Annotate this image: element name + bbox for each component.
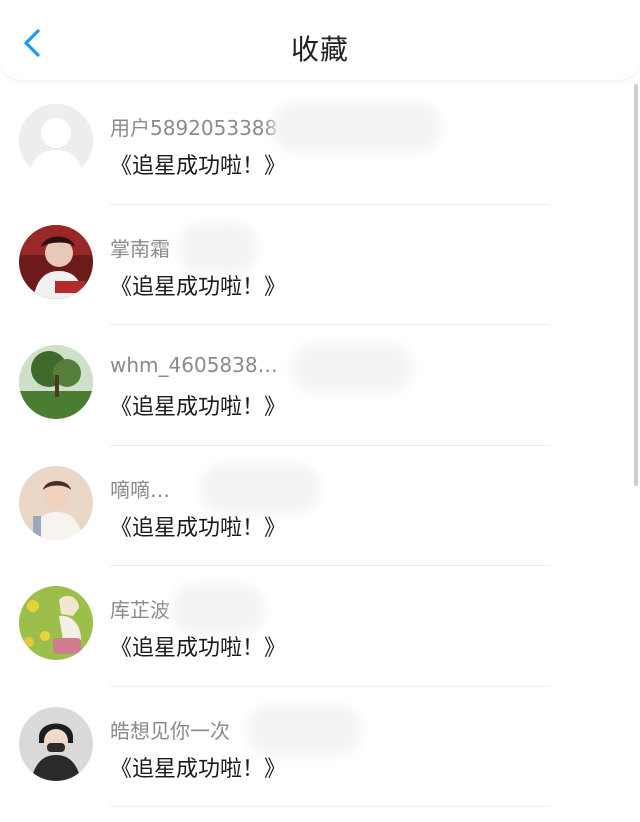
user-name: 库芷波 xyxy=(110,598,170,622)
avatar xyxy=(19,224,93,299)
favorite-title: 《追星成功啦！》 xyxy=(110,636,287,661)
top-nav-bar: 收藏 xyxy=(0,0,640,80)
redaction-blur xyxy=(188,232,248,263)
avatar xyxy=(19,104,93,178)
list-item[interactable]: 用户5892053388 《追星成功啦！》 xyxy=(0,84,640,205)
favorites-screen: 收藏 用户5892053388 《追星成功啦！》 掌南霜 《追星成功啦！》 wh… xyxy=(0,0,640,822)
user-name: 皓想见你一次 xyxy=(110,718,230,743)
page-title: 收藏 xyxy=(290,33,349,66)
favorites-list: 用户5892053388 《追星成功啦！》 掌南霜 《追星成功啦！》 whm_4… xyxy=(0,84,640,807)
scrollbar[interactable] xyxy=(634,84,638,486)
favorite-title: 《追星成功啦！》 xyxy=(110,154,287,179)
divider xyxy=(110,806,550,807)
favorite-title: 《追星成功啦！》 xyxy=(110,274,287,300)
avatar xyxy=(19,706,93,781)
favorite-title: 《追星成功啦！》 xyxy=(110,756,287,782)
user-name: whm_4605838… xyxy=(110,353,278,377)
user-name: 嘀嘀… xyxy=(110,477,170,502)
redaction-blur xyxy=(302,353,402,383)
favorite-title: 《追星成功啦！》 xyxy=(110,515,287,541)
list-item[interactable]: 掌南霜 《追星成功啦！》 xyxy=(0,205,640,325)
avatar xyxy=(19,465,93,540)
list-item[interactable]: 库芷波 《追星成功啦！》 xyxy=(0,566,640,687)
list-item[interactable]: 嘀嘀… 《追星成功啦！》 xyxy=(0,446,640,566)
list-item[interactable]: 皓想见你一次 《追星成功啦！》 xyxy=(0,687,640,807)
user-name: 掌南霜 xyxy=(110,236,170,261)
user-name: 用户5892053388 xyxy=(110,116,278,140)
redaction-blur xyxy=(256,714,352,745)
favorite-title: 《追星成功啦！》 xyxy=(110,395,287,420)
avatar xyxy=(19,345,93,419)
redaction-blur xyxy=(210,473,310,504)
avatar xyxy=(19,586,93,660)
redaction-blur xyxy=(282,112,432,142)
redaction-blur xyxy=(180,594,255,624)
list-item[interactable]: whm_4605838… 《追星成功啦！》 xyxy=(0,325,640,446)
